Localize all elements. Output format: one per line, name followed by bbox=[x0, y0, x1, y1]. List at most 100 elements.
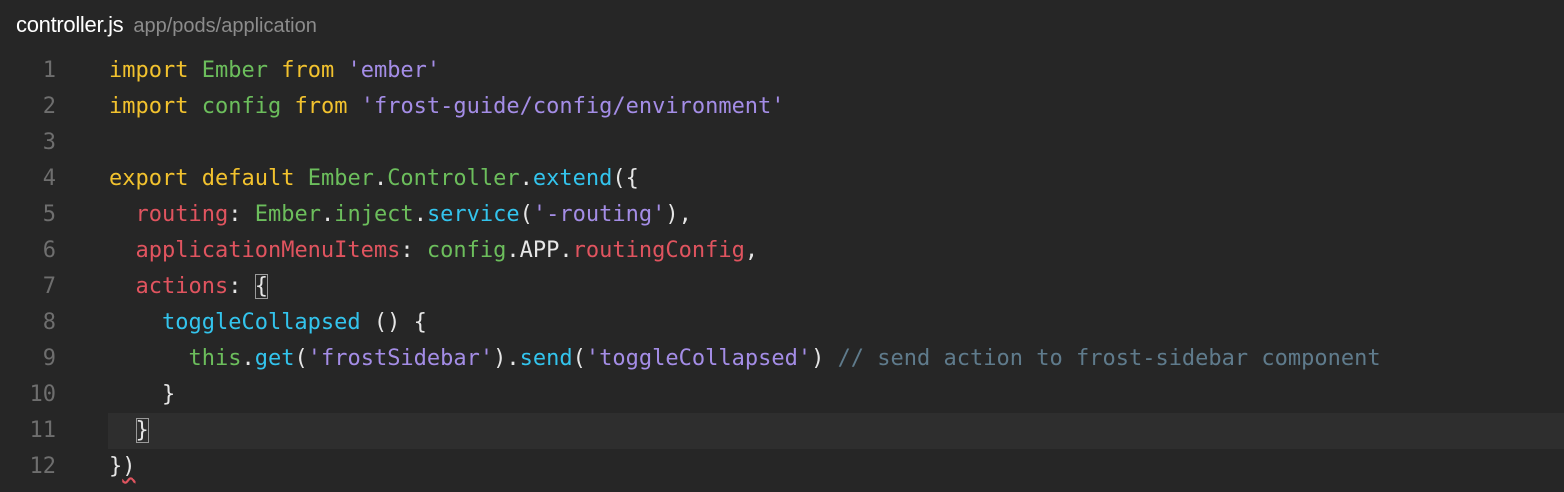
code-editor[interactable]: controller.js app/pods/application 1 impo… bbox=[0, 0, 1564, 492]
code-token: APP bbox=[519, 238, 560, 263]
code-token: Ember bbox=[201, 58, 268, 83]
code-line[interactable]: 2 import config from 'frost-guide/config/… bbox=[0, 89, 1564, 125]
code-token: 'frost-guide/config/environment' bbox=[360, 94, 785, 119]
code-token: service bbox=[426, 202, 520, 227]
file-title-bar: controller.js app/pods/application bbox=[16, 12, 317, 44]
line-number: 8 bbox=[42, 310, 56, 335]
matched-bracket: } bbox=[135, 418, 149, 443]
code-token: toggleCollapsed bbox=[161, 310, 361, 335]
code-token: from bbox=[294, 94, 348, 119]
code-line[interactable]: 6 applicationMenuItems: config.APP.routi… bbox=[0, 233, 1564, 269]
code-line[interactable]: 8 toggleCollapsed () { bbox=[0, 305, 1564, 341]
code-token: ( bbox=[294, 346, 308, 371]
line-number: 10 bbox=[29, 382, 57, 407]
code-token: . bbox=[373, 166, 388, 191]
code-token: . bbox=[241, 346, 255, 371]
file-path: app/pods/application bbox=[133, 15, 317, 37]
line-number: 7 bbox=[42, 274, 56, 299]
code-token: : bbox=[228, 274, 255, 299]
line-number: 11 bbox=[29, 418, 57, 443]
code-token: , bbox=[744, 238, 759, 263]
line-text: this.get('frostSidebar').send('toggleCol… bbox=[109, 341, 1381, 377]
code-line[interactable]: 5 routing: Ember.inject.service('-routin… bbox=[0, 197, 1564, 233]
code-token: ), bbox=[665, 202, 692, 227]
code-token: inject bbox=[334, 202, 414, 227]
line-number: 12 bbox=[29, 454, 57, 479]
code-token: 'frostSidebar' bbox=[307, 346, 494, 371]
code-token: send bbox=[519, 346, 573, 371]
code-token: Ember bbox=[307, 166, 374, 191]
code-token: } bbox=[109, 382, 176, 407]
code-line[interactable]: 7 actions: { bbox=[0, 269, 1564, 305]
line-text: import Ember from 'ember' bbox=[109, 53, 440, 89]
code-token: : bbox=[228, 202, 255, 227]
line-text: } bbox=[109, 377, 175, 413]
line-number: 1 bbox=[42, 58, 56, 83]
line-text: actions: { bbox=[109, 269, 268, 305]
code-token: import bbox=[109, 94, 189, 119]
current-line-highlight bbox=[108, 413, 1564, 449]
code-token: ({ bbox=[612, 166, 639, 191]
file-name: controller.js bbox=[16, 12, 124, 37]
line-text: applicationMenuItems: config.APP.routing… bbox=[109, 233, 759, 269]
code-token: routingConfig bbox=[572, 238, 745, 263]
code-line[interactable]: 9 this.get('frostSidebar').send('toggleC… bbox=[0, 341, 1564, 377]
code-token: routing bbox=[135, 202, 229, 227]
code-token: config bbox=[426, 238, 507, 263]
code-line[interactable]: 10 } bbox=[0, 377, 1564, 413]
line-number: 3 bbox=[42, 130, 56, 155]
line-number: 9 bbox=[42, 346, 56, 371]
code-token: actions bbox=[135, 274, 229, 299]
code-line[interactable]: 3 bbox=[0, 125, 1564, 161]
line-text: export default Ember.Controller.extend({ bbox=[109, 161, 639, 197]
code-token: } bbox=[109, 454, 123, 479]
code-line[interactable]: 4 export default Ember.Controller.extend(… bbox=[0, 161, 1564, 197]
line-text: routing: Ember.inject.service('-routing'… bbox=[109, 197, 692, 233]
code-token: import bbox=[109, 58, 189, 83]
code-token: ). bbox=[493, 346, 520, 371]
line-text: import config from 'frost-guide/config/e… bbox=[109, 89, 785, 125]
line-text: toggleCollapsed () { bbox=[109, 305, 427, 341]
code-token: . bbox=[519, 166, 533, 191]
line-text: }) bbox=[109, 449, 136, 485]
code-token: // send action to frost-sidebar componen… bbox=[837, 346, 1381, 371]
code-token: '-routing' bbox=[532, 202, 666, 227]
code-area[interactable]: 1 import Ember from 'ember' 2 import config… bbox=[0, 53, 1564, 485]
line-number: 4 bbox=[42, 166, 56, 191]
code-token: applicationMenuItems bbox=[135, 238, 401, 263]
matched-bracket: { bbox=[254, 274, 268, 299]
code-token: 'toggleCollapsed' bbox=[585, 346, 812, 371]
code-token: this bbox=[188, 346, 242, 371]
code-token: ( bbox=[519, 202, 533, 227]
code-token: 'ember' bbox=[347, 58, 441, 83]
code-token: Ember bbox=[254, 202, 321, 227]
code-token: config bbox=[201, 94, 282, 119]
line-number: 2 bbox=[42, 94, 56, 119]
code-token: . bbox=[559, 238, 573, 263]
code-line[interactable]: 11 } bbox=[0, 413, 1564, 449]
code-token: Controller bbox=[387, 166, 520, 191]
code-line[interactable]: 1 import Ember from 'ember' bbox=[0, 53, 1564, 89]
line-number: 5 bbox=[42, 202, 56, 227]
code-token: export bbox=[109, 166, 189, 191]
code-token: ) bbox=[811, 346, 838, 371]
code-token: () { bbox=[360, 310, 427, 335]
code-token: ( bbox=[572, 346, 586, 371]
line-text: } bbox=[109, 413, 149, 449]
code-token: . bbox=[320, 202, 335, 227]
code-line[interactable]: 12}) bbox=[0, 449, 1564, 485]
lint-error-token: ) bbox=[122, 454, 136, 479]
line-number: 6 bbox=[42, 238, 56, 263]
